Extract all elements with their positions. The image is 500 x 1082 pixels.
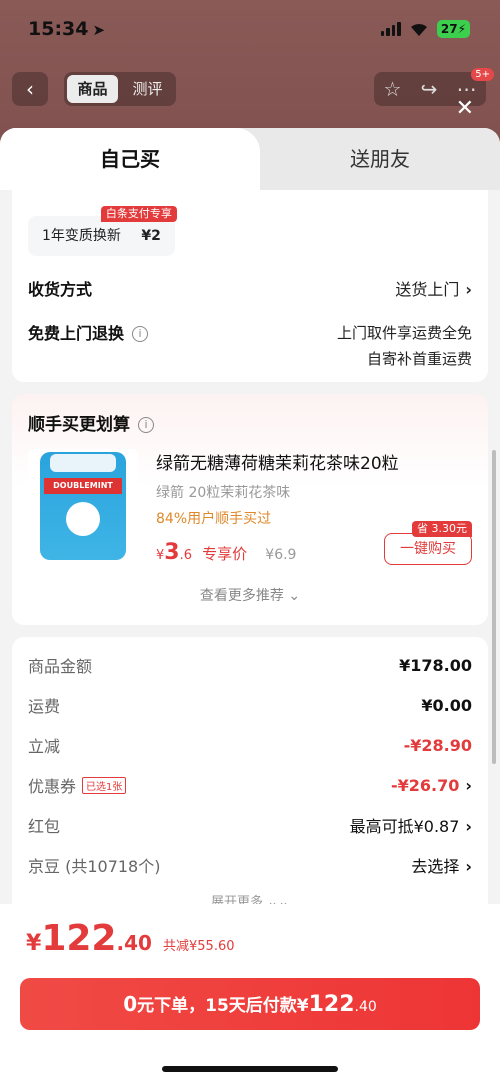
doublemint-logo: DOUBLEMINT — [44, 478, 122, 494]
status-icons: 27⚡ — [380, 20, 470, 38]
delivery-value: 送货上门 — [395, 280, 460, 299]
service-price: ¥2 — [141, 228, 161, 244]
total-price: ¥122.40 共减¥55.60 — [26, 918, 235, 959]
more-recommend-link[interactable]: 查看更多推荐 ⌄ — [28, 585, 472, 609]
status-time: 15:34 ➤ — [28, 18, 106, 40]
info-icon[interactable]: i — [132, 326, 149, 342]
service-name: 1年变质换新 — [42, 228, 121, 244]
home-indicator — [162, 1066, 338, 1072]
fee-goods-row: 商品金额 ¥178.00 — [28, 655, 472, 677]
sheet-scroll-area: 1年变质换新 ¥2 白条支付专享 收货方式 送货上门 › 免费上门退换 i 上门取件… — [0, 190, 500, 910]
original-price: ¥6.9 — [265, 547, 297, 563]
message-badge: 5+ — [471, 68, 494, 81]
coupon-amount: -¥26.70 — [391, 775, 460, 795]
recommend-item[interactable]: DOUBLEMINT 绿箭无糖薄荷糖茉莉花茶味20粒 绿箭 20粒茉莉花茶味 8… — [28, 449, 472, 565]
exclusive-price-label: 专享价 — [202, 545, 248, 563]
goods-amount: ¥178.00 — [399, 655, 472, 675]
tab-buy-self[interactable]: 自己买 — [0, 128, 260, 190]
price-breakdown-card: 商品金额 ¥178.00 运费 ¥0.00 立减 -¥28.90 优惠券 已选1张… — [12, 637, 488, 910]
recommend-subtitle: 绿箭 20粒茉莉花茶味 — [156, 485, 291, 501]
discount-amount: -¥28.90 — [403, 735, 472, 755]
return-label: 免费上门退换 — [28, 324, 125, 343]
cellular-signal-icon — [380, 22, 401, 36]
return-line2: 自寄补首重运费 — [366, 350, 472, 368]
fee-jingdou-row[interactable]: 京豆 (共10718个) 去选择 › — [28, 845, 472, 885]
redpacket-value: 最高可抵¥0.87 — [349, 817, 460, 836]
coupon-selected-tag: 已选1张 — [82, 777, 127, 794]
chevron-right-icon: › — [465, 817, 472, 836]
product-image[interactable]: DOUBLEMINT — [28, 449, 138, 563]
jingdou-value: 去选择 — [411, 857, 460, 876]
fee-coupon-row[interactable]: 优惠券 已选1张 -¥26.70 › — [28, 765, 472, 805]
recommend-card: 顺手买更划算 i DOUBLEMINT 绿箭无糖薄荷糖茉莉花茶味20粒 绿箭 20… — [12, 394, 488, 625]
fee-redpacket-row[interactable]: 红包 最高可抵¥0.87 › — [28, 805, 472, 845]
close-icon[interactable]: ✕ — [456, 96, 474, 121]
recommend-title[interactable]: 绿箭无糖薄荷糖茉莉花茶味20粒 — [156, 449, 472, 474]
back-button[interactable]: ‹ — [12, 72, 48, 106]
battery-icon: 27⚡ — [436, 20, 470, 38]
info-icon[interactable]: i — [138, 417, 154, 433]
recommend-heading: 顺手买更划算 — [28, 415, 130, 435]
fee-discount-row: 立减 -¥28.90 — [28, 735, 472, 757]
scrollbar[interactable] — [492, 450, 496, 764]
total-saved: 共减¥55.60 — [163, 939, 235, 954]
service-tag: 白条支付专享 — [100, 206, 177, 222]
chevron-right-icon: › — [465, 280, 472, 299]
pay-later-button[interactable]: 0元下单，15天后付款¥122.40 — [20, 978, 480, 1030]
tab-send-friend[interactable]: 送朋友 — [260, 128, 500, 190]
sheet-tabs: 送朋友 自己买 — [0, 128, 500, 190]
chevron-right-icon: › — [465, 775, 472, 795]
wifi-icon — [410, 23, 427, 36]
shipping-amount: ¥0.00 — [421, 695, 472, 715]
favorite-star-icon[interactable]: ☆ — [384, 77, 402, 101]
location-arrow-icon: ➤ — [92, 21, 106, 39]
return-row: 免费上门退换 i 上门取件享运费全免 自寄补首重运费 — [28, 320, 472, 372]
tab-product[interactable]: 商品 — [67, 75, 118, 103]
tab-review[interactable]: 测评 — [122, 75, 173, 103]
product-nav-tabs: 商品 测评 — [64, 72, 176, 106]
service-delivery-card: 1年变质换新 ¥2 白条支付专享 收货方式 送货上门 › 免费上门退换 i 上门取件… — [12, 190, 488, 382]
save-tag: 省 3.30元 — [412, 521, 472, 537]
delivery-row[interactable]: 收货方式 送货上门 › — [28, 276, 472, 300]
return-line1: 上门取件享运费全免 — [336, 324, 472, 342]
one-click-buy-button[interactable]: 一键购买 — [384, 533, 472, 565]
share-icon[interactable]: ↪ — [421, 77, 438, 101]
chevron-down-icon: ⌄ — [288, 588, 301, 604]
chevron-right-icon: › — [465, 857, 472, 876]
checkout-bar: ¥122.40 共减¥55.60 0元下单，15天后付款¥122.40 — [0, 904, 500, 1082]
fee-shipping-row: 运费 ¥0.00 — [28, 695, 472, 717]
delivery-label: 收货方式 — [28, 280, 93, 299]
status-bar: 15:34 ➤ 27⚡ — [0, 0, 500, 62]
service-option[interactable]: 1年变质换新 ¥2 白条支付专享 — [28, 206, 177, 256]
